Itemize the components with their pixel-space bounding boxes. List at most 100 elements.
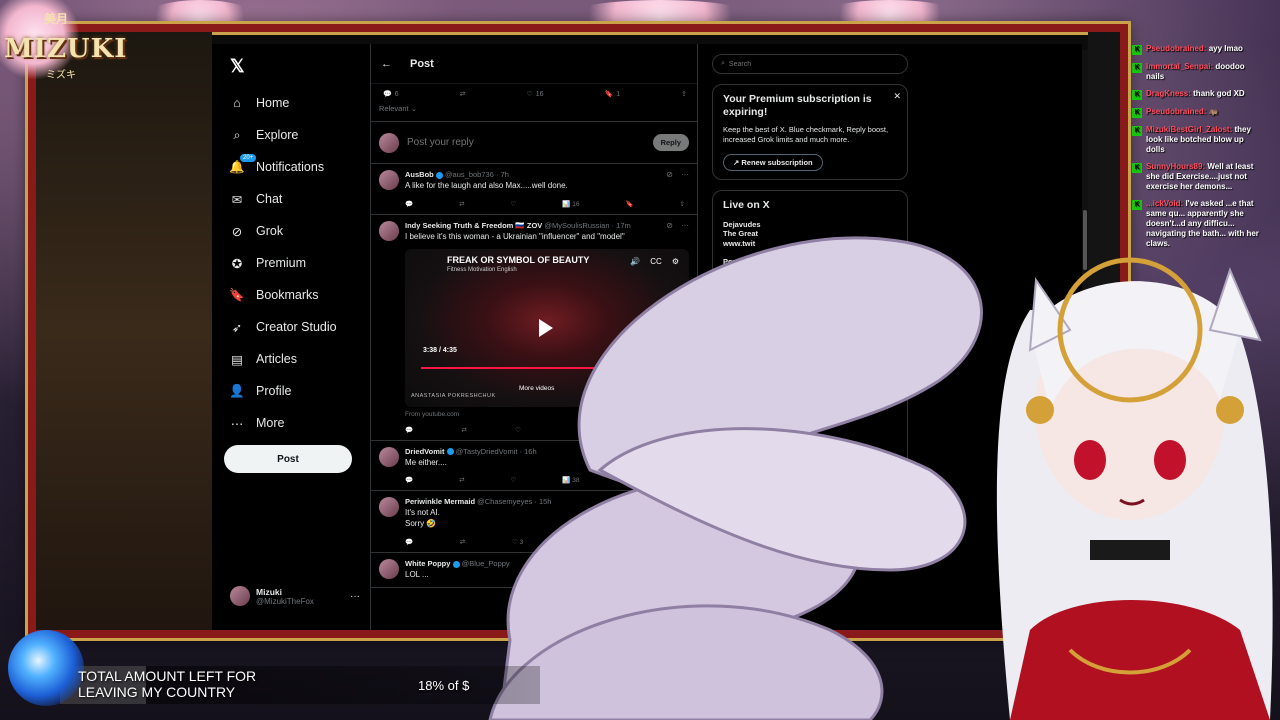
tweet[interactable]: Periwinkle Mermaid @Chasemyeyes · 15h It…: [371, 491, 697, 553]
nav-item-explore[interactable]: ⌕ Explore: [230, 128, 298, 143]
trend-item[interactable]: This ...ht You: [723, 326, 897, 336]
live-item[interactable]: Powdur 🤍 Powdur Hour - Chat on Twitch or …: [723, 257, 897, 277]
bookmark-icon[interactable]: 🔖: [625, 476, 633, 484]
share-icon[interactable]: ⇪: [680, 200, 685, 208]
tweet[interactable]: White Poppy @Blue_Poppy LOL ...: [371, 553, 697, 588]
like-action[interactable]: ♡ 3: [512, 538, 523, 546]
repost-icon[interactable]: ⇄: [459, 476, 464, 484]
more-dots-icon[interactable]: ···: [350, 591, 360, 602]
grok-icon[interactable]: ⊘: [666, 497, 673, 506]
reply-icon[interactable]: 💬: [405, 538, 413, 546]
more-dots-icon[interactable]: ···: [681, 221, 689, 230]
views-icon[interactable]: 📊: [570, 538, 578, 546]
left-nav: 𝕏 ⌂ Home ⌕ Explore 🔔 20+ Notifications ✉ Chat ⊘ Gr…: [212, 44, 370, 630]
live-item[interactable]: Dejavudes The Great www.twit: [723, 220, 897, 249]
bookmark-count: 1: [616, 90, 621, 98]
terms-link[interactable]: Terms of Servic: [712, 521, 908, 530]
tweet[interactable]: Indy Seeking Truth & Freedom 🇷🇺 ZOV @MyS…: [371, 215, 697, 441]
reply-action[interactable]: 💬 6: [383, 90, 399, 99]
bookmark-icon[interactable]: 🔖: [625, 200, 633, 208]
search-input[interactable]: [728, 60, 879, 68]
repost-icon[interactable]: ⇄: [461, 426, 466, 434]
reply-icon[interactable]: 💬: [405, 476, 413, 484]
share-icon[interactable]: ⇪: [680, 538, 685, 546]
more-dots-icon[interactable]: ···: [681, 447, 689, 456]
x-logo-icon[interactable]: 𝕏: [230, 56, 245, 77]
tweet-text: A like for the laugh and also Max.....we…: [405, 181, 568, 190]
account-switcher[interactable]: Mizuki @MizukiTheFox ···: [230, 586, 360, 606]
logo-text: MIZUKI: [4, 34, 128, 64]
like-action[interactable]: ♡ 16: [526, 90, 543, 99]
premium-title: Your Premium subscription is expiring!: [723, 93, 872, 119]
video-progress-bar[interactable]: [421, 366, 671, 369]
nav-item-premium[interactable]: ✪ Premium: [230, 256, 306, 271]
tweet[interactable]: AusBob @aus_bob736 · 7h A like for the l…: [371, 164, 697, 215]
reply-sort-dropdown[interactable]: Relevant ⌄: [371, 98, 697, 122]
tweet-text: LOL ...: [405, 569, 429, 579]
search-bar[interactable]: ⌕: [712, 54, 908, 74]
tweet-author[interactable]: AusBob: [405, 170, 434, 179]
heart-icon[interactable]: ♡: [511, 200, 517, 208]
grok-icon[interactable]: ⊘: [666, 447, 673, 456]
renew-subscription-button[interactable]: ↗ Renew subscription: [723, 153, 823, 171]
logo-kana: ミズキ: [46, 70, 76, 81]
share-icon[interactable]: ⇪: [681, 90, 687, 98]
chat-text: MizukiBestGirl_Zalost: they look like bo…: [1146, 125, 1260, 155]
captions-button[interactable]: CC: [650, 257, 662, 266]
like-count: 3: [519, 538, 524, 546]
youtube-video-embed[interactable]: FREAK OR SYMBOL OF BEAUTY Fitness Motiva…: [405, 248, 689, 407]
nav-item-grok[interactable]: ⊘ Grok: [230, 224, 283, 239]
tweet[interactable]: DriedVomit @TastyDriedVomit · 16h Me eit…: [371, 441, 697, 492]
trend-item[interactable]: Be: [723, 455, 897, 465]
page-scrollbar[interactable]: [1082, 50, 1088, 610]
views-action[interactable]: 📊 38: [562, 476, 579, 484]
bookmark-action[interactable]: 🔖 1: [604, 90, 621, 99]
nav-item-chat[interactable]: ✉ Chat: [230, 192, 283, 207]
views-action[interactable]: 📊 16: [562, 200, 579, 208]
nav-item-more[interactable]: ⋯ More: [230, 416, 285, 431]
settings-gear-icon[interactable]: ⚙: [672, 257, 679, 266]
grok-icon[interactable]: ⊘: [666, 170, 673, 179]
reply-button[interactable]: Reply: [652, 134, 689, 151]
tweet-author[interactable]: Periwinkle Mermaid: [405, 497, 475, 506]
repost-icon[interactable]: ⇄: [459, 200, 464, 208]
tweet-author[interactable]: DriedVomit: [405, 447, 444, 456]
more-videos-button[interactable]: More videos: [519, 385, 554, 392]
youtube-logo[interactable]: YouTube: [611, 383, 640, 390]
premium-body: Keep the best of X. Blue checkmark, Repl…: [723, 125, 889, 145]
reply-icon[interactable]: 💬: [405, 200, 413, 208]
nav-item-bookmarks[interactable]: 🔖 Bookmarks: [229, 288, 318, 303]
reply-icon[interactable]: 💬: [405, 426, 413, 434]
chat-username: SunnyHours89:: [1146, 162, 1206, 171]
more-dots-icon[interactable]: ···: [681, 497, 689, 506]
nav-item-articles[interactable]: ▤ Articles: [230, 352, 297, 367]
accessibility-link[interactable]: Accessibility: [712, 530, 908, 539]
volume-icon[interactable]: 🔊: [630, 257, 640, 266]
post-button[interactable]: Post: [224, 445, 352, 473]
nav-item-creator-studio[interactable]: ➶ Creator Studio: [230, 320, 337, 335]
heart-icon[interactable]: ♡: [511, 476, 517, 484]
repost-icon[interactable]: ⇄: [460, 538, 465, 546]
video-time: 3:38 / 4:35: [423, 346, 457, 354]
play-icon[interactable]: [539, 318, 553, 337]
grok-icon[interactable]: ⊘: [666, 221, 673, 230]
scrollbar-thumb[interactable]: [1083, 210, 1087, 270]
reply-input[interactable]: [407, 137, 645, 148]
page-title: Post: [410, 57, 434, 70]
tweet-handle: @Chasemyeyes: [477, 497, 533, 507]
nav-item-profile[interactable]: 👤 Profile: [229, 383, 291, 399]
nav-item-notifications[interactable]: 🔔 20+ Notifications: [229, 154, 324, 174]
tweet-author[interactable]: Indy Seeking Truth & Freedom 🇷🇺 ZOV: [405, 221, 542, 230]
tweet-author[interactable]: White Poppy: [405, 559, 450, 568]
heart-icon[interactable]: ♡: [515, 426, 521, 434]
more-dots-icon[interactable]: ···: [681, 170, 689, 179]
nav-item-home[interactable]: ⌂ Home: [230, 96, 289, 110]
repost-icon[interactable]: ⇄: [460, 90, 466, 98]
person-icon: 👤: [229, 383, 245, 398]
tweet-time: · 7h: [495, 170, 509, 179]
back-arrow-icon[interactable]: ←: [381, 58, 392, 70]
share-icon[interactable]: ⇪: [680, 476, 685, 484]
close-icon[interactable]: ✕: [893, 91, 901, 102]
show-more-link[interactable]: Show m: [723, 473, 897, 483]
bookmark-icon[interactable]: 🔖: [625, 538, 633, 546]
